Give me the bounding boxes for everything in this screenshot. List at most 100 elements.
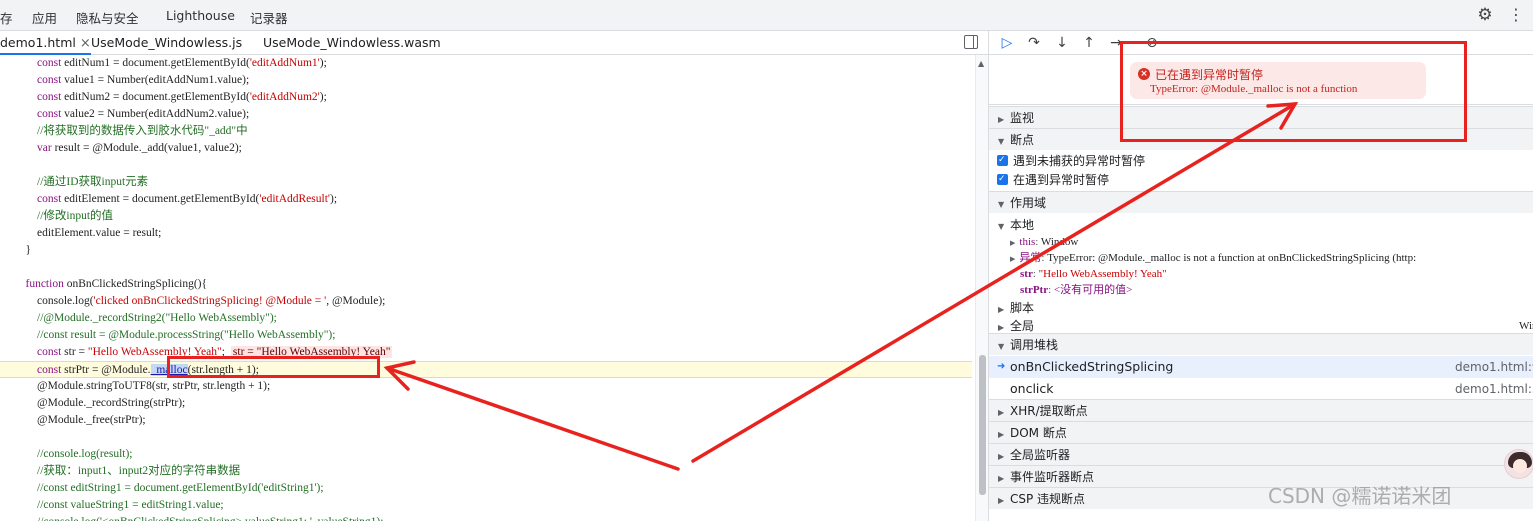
frame-name: onclick	[1010, 381, 1054, 396]
section-dom-breakpoints[interactable]: ▶ DOM 断点	[989, 421, 1533, 443]
section-global-listeners[interactable]: ▶ 全局监听器	[989, 443, 1533, 465]
section-label: 监视	[1010, 111, 1035, 125]
code-line[interactable]: //const valueString1 = editString1.value…	[0, 497, 972, 514]
source-file-tabs: demo1.html × UseMode_Windowless.js UseMod…	[0, 31, 988, 55]
toggle-debugger-icon[interactable]	[964, 35, 978, 49]
code-token: const	[37, 91, 62, 103]
scope-exception-row[interactable]: ▶ 异常: TypeError: @Module._malloc is not a…	[1010, 250, 1416, 266]
scope-key: strPtr	[1020, 284, 1049, 296]
tab-recorder[interactable]: 记录器	[250, 8, 288, 27]
checkbox-icon[interactable]	[997, 151, 1008, 169]
scope-strptr-row[interactable]: strPtr: <没有可用的值>	[1020, 282, 1132, 298]
call-frame[interactable]: onclick demo1.html:5	[989, 378, 1533, 400]
more-options-icon[interactable]: ⋮	[1508, 5, 1524, 25]
frame-location[interactable]: demo1.html:9	[1455, 356, 1533, 378]
code-token: editNum1 = document.getElementById(	[61, 57, 250, 69]
tab-application[interactable]: 应用	[32, 8, 57, 27]
code-line[interactable]: //修改input的值	[0, 208, 972, 225]
code-line[interactable]	[0, 259, 972, 276]
code-line[interactable]: @Module._free(strPtr);	[0, 412, 972, 429]
collapse-icon: ▼	[998, 342, 1005, 351]
pause-uncaught-checkbox[interactable]: 遇到未捕获的异常时暂停	[997, 151, 1145, 170]
expand-icon: ▶	[1010, 255, 1016, 263]
pause-caught-checkbox[interactable]: 在遇到异常时暂停	[997, 170, 1109, 189]
code-line[interactable]: //@Module._recordString2("Hello WebAssem…	[0, 310, 972, 327]
code-token: const	[37, 193, 62, 205]
code-line[interactable]: //将获取到的数据传入到胶水代码"_add"中	[0, 123, 972, 140]
code-line[interactable]: const editNum2 = document.getElementById…	[0, 89, 972, 106]
code-token: editNum2 = document.getElementById(	[61, 91, 250, 103]
code-line[interactable]	[0, 157, 972, 174]
scope-str-row[interactable]: str: "Hello WebAssembly! Yeah"	[1020, 266, 1167, 282]
code-line[interactable]: //console.log(result);	[0, 446, 972, 463]
file-tab-usemode-js[interactable]: UseMode_Windowless.js	[91, 31, 242, 55]
code-token: onBnClickedStringSplicing(){	[63, 278, 208, 290]
close-icon[interactable]: ×	[80, 36, 91, 51]
scope-this-row[interactable]: ▶ this: Window	[1010, 234, 1078, 250]
code-line[interactable]: }	[0, 242, 972, 259]
code-line[interactable]: //获取：input1、input2对应的字符串数据	[0, 463, 972, 480]
section-xhr-breakpoints[interactable]: ▶ XHR/提取断点	[989, 399, 1533, 421]
code-token: //const editString1 = document.getElemen…	[37, 482, 324, 494]
code-line[interactable]: const value1 = Number(editAddNum1.value)…	[0, 72, 972, 89]
section-call-stack[interactable]: ▼ 调用堆栈	[989, 333, 1533, 355]
section-scope[interactable]: ▼ 作用域	[989, 191, 1533, 213]
code-line[interactable]: var result = @Module._add(value1, value2…	[0, 140, 972, 157]
file-tab-usemode-wasm[interactable]: UseMode_Windowless.wasm	[263, 31, 441, 55]
editor-scrollbar[interactable]: ▲	[975, 55, 988, 521]
scrollbar-thumb[interactable]	[979, 355, 986, 495]
scope-value: Window	[1040, 236, 1079, 248]
section-csp-breakpoints[interactable]: ▶ CSP 违规断点	[989, 487, 1533, 509]
collapse-icon: ▼	[998, 137, 1005, 146]
frame-location[interactable]: demo1.html:5	[1455, 378, 1533, 400]
scroll-up-icon[interactable]: ▲	[978, 59, 984, 68]
step-into-icon[interactable]: ↓	[1052, 33, 1072, 53]
code-line[interactable]: console.log('clicked onBnClickedStringSp…	[0, 293, 972, 310]
code-line[interactable]: const editElement = document.getElementB…	[0, 191, 972, 208]
code-token: result = @Module._add(value1, value2);	[51, 142, 242, 154]
code-line[interactable]: //console.log('<onBnClickedStringSplicin…	[0, 514, 972, 521]
tab-privacy-security[interactable]: 隐私与安全	[76, 8, 139, 27]
call-frame-current[interactable]: ➜ onBnClickedStringSplicing demo1.html:9	[989, 356, 1533, 378]
code-line[interactable]: //const result = @Module.processString("…	[0, 327, 972, 344]
code-line[interactable]: //const editString1 = document.getElemen…	[0, 480, 972, 497]
code-line[interactable]: const str = "Hello WebAssembly! Yeah"; st…	[0, 344, 972, 361]
code-line-paused[interactable]: const strPtr = @Module._malloc(str.lengt…	[0, 361, 972, 378]
code-token: const	[37, 74, 62, 86]
code-line[interactable]: function onBnClickedStringSplicing(){	[0, 276, 972, 293]
section-label: 作用域	[1010, 196, 1047, 210]
section-label: CSP 违规断点	[1010, 492, 1086, 506]
code-line[interactable]: @Module.stringToUTF8(str, strPtr, str.le…	[0, 378, 972, 395]
code-line[interactable]: editElement.value = result;	[0, 225, 972, 242]
code-token: 'editAddNum1'	[249, 57, 320, 69]
code-token: console.log(	[14, 295, 94, 307]
code-token: //console.log('<onBnClickedStringSplicin…	[37, 516, 383, 521]
tab-storage[interactable]: 存	[0, 8, 13, 27]
code-token: 'clicked onBnClickedStringSplicing! @Mod…	[93, 295, 327, 307]
code-editor[interactable]: const editNum1 = document.getElementById…	[0, 55, 975, 521]
tab-lighthouse[interactable]: Lighthouse	[166, 8, 235, 23]
section-label: XHR/提取断点	[1010, 404, 1088, 418]
scope-local[interactable]: ▼ 本地	[989, 214, 1533, 236]
section-event-listener-breakpoints[interactable]: ▶ 事件监听器断点	[989, 465, 1533, 487]
step-over-icon[interactable]: ↷	[1024, 33, 1044, 53]
code-line[interactable]: const editNum1 = document.getElementById…	[0, 55, 972, 72]
step-out-icon[interactable]: ↑	[1079, 33, 1099, 53]
checkbox-icon[interactable]	[997, 170, 1008, 188]
code-line[interactable]: @Module._recordString(strPtr);	[0, 395, 972, 412]
code-line[interactable]	[0, 429, 972, 446]
gear-icon[interactable]: ⚙	[1475, 5, 1495, 25]
code-line[interactable]: //通过ID获取input元素	[0, 174, 972, 191]
resume-icon[interactable]: ▷	[997, 33, 1017, 53]
code-token: //将获取到的数据传入到胶水代码"_add"中	[37, 125, 248, 137]
code-line[interactable]: const value2 = Number(editAddNum2.value)…	[0, 106, 972, 123]
file-tab-demo1[interactable]: demo1.html ×	[0, 31, 91, 55]
code-token: //修改input的值	[37, 210, 114, 222]
